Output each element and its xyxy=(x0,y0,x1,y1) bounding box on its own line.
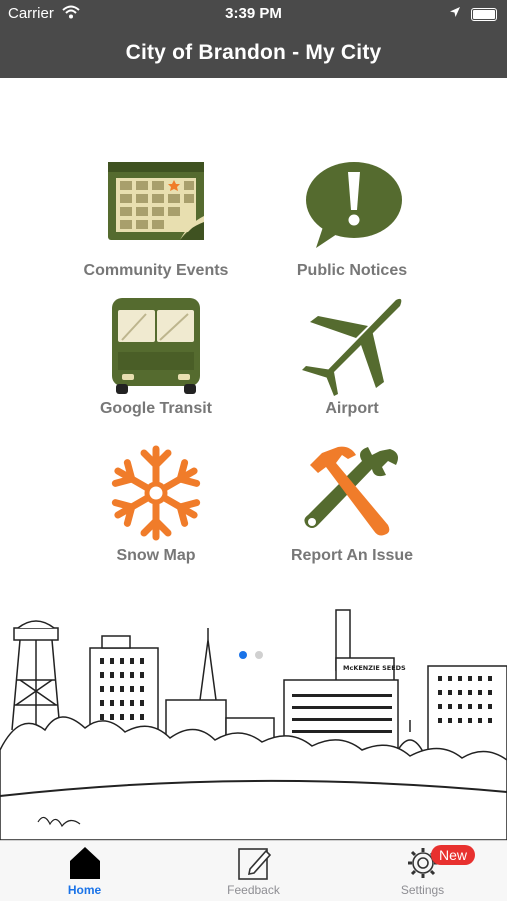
feedback-icon xyxy=(237,848,271,880)
airplane-icon xyxy=(302,298,402,396)
tile-community-events[interactable]: Community Events xyxy=(66,158,246,280)
tile-label: Airport xyxy=(325,400,379,417)
tile-google-transit[interactable]: Google Transit xyxy=(66,296,246,418)
tile-public-notices[interactable]: Public Notices xyxy=(262,158,442,280)
tile-report-an-issue[interactable]: Report An Issue xyxy=(262,443,442,565)
skyline-sign: McKENZIE SEEDS xyxy=(343,664,406,672)
tile-snow-map[interactable]: Snow Map xyxy=(66,443,246,565)
status-bar: Carrier 3:39 PM xyxy=(0,0,507,28)
page-title: City of Brandon - My City xyxy=(125,41,382,64)
calendar-icon xyxy=(108,162,204,240)
notice-bubble-icon xyxy=(306,162,402,248)
tab-label: Feedback xyxy=(227,883,280,897)
bus-icon xyxy=(112,298,200,394)
tile-airport[interactable]: Airport xyxy=(262,296,442,418)
tile-label: Snow Map xyxy=(116,547,196,564)
new-badge: New xyxy=(431,845,476,865)
tab-settings[interactable]: Settings New xyxy=(338,841,507,901)
hammer-wrench-icon xyxy=(304,446,398,536)
tile-label: Community Events xyxy=(83,262,229,279)
tab-feedback[interactable]: Feedback xyxy=(169,841,338,901)
tile-label: Google Transit xyxy=(99,400,212,417)
battery-icon xyxy=(471,8,497,21)
home-icon xyxy=(69,847,100,879)
nav-bar: City of Brandon - My City xyxy=(0,28,507,78)
tile-label: Report An Issue xyxy=(290,547,414,564)
tab-label: Settings xyxy=(400,883,445,897)
snowflake-icon xyxy=(111,445,201,541)
location-arrow-icon xyxy=(449,5,461,22)
status-time: 3:39 PM xyxy=(225,5,282,22)
tab-label: Home xyxy=(67,883,102,897)
tab-bar: Home Feedback Settings New xyxy=(0,840,507,901)
tab-home[interactable]: Home xyxy=(0,841,169,901)
tile-label: Public Notices xyxy=(296,262,408,279)
city-skyline-illustration: McKENZIE SEEDS xyxy=(0,609,507,840)
